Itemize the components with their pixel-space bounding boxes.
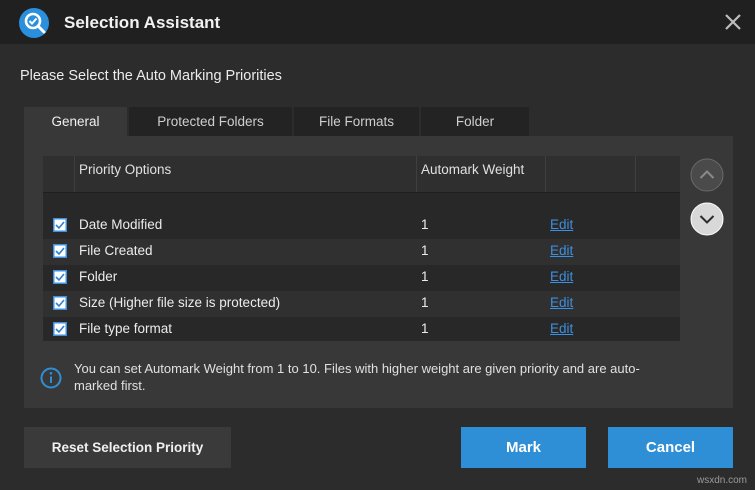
priority-option-label: Date Modified bbox=[79, 217, 163, 232]
priority-option-label: File Created bbox=[79, 243, 153, 258]
chevron-down-icon[interactable] bbox=[690, 202, 724, 236]
priority-option-label: Folder bbox=[79, 269, 118, 284]
table-row[interactable]: Folder 1 Edit bbox=[43, 265, 680, 291]
header-priority-options[interactable]: Priority Options bbox=[74, 156, 416, 192]
grid-header: Priority Options Automark Weight bbox=[43, 156, 680, 193]
tab-file-formats[interactable]: File Formats bbox=[294, 107, 419, 136]
automark-weight-value: 1 bbox=[421, 217, 429, 232]
tab-folder[interactable]: Folder bbox=[421, 107, 529, 136]
edit-link[interactable]: Edit bbox=[550, 295, 573, 310]
automark-weight-value: 1 bbox=[421, 295, 429, 310]
window-title: Selection Assistant bbox=[64, 13, 221, 32]
header-automark-weight[interactable]: Automark Weight bbox=[416, 156, 545, 192]
checkbox-checked-icon[interactable] bbox=[53, 322, 67, 336]
automark-weight-value: 1 bbox=[421, 243, 429, 258]
edit-link[interactable]: Edit bbox=[550, 269, 573, 284]
header-action-column bbox=[545, 156, 635, 192]
reset-selection-priority-button[interactable]: Reset Selection Priority bbox=[24, 427, 231, 468]
chevron-up-icon[interactable] bbox=[690, 158, 724, 192]
info-icon bbox=[40, 367, 62, 389]
priority-option-label: File type format bbox=[79, 321, 173, 336]
priority-grid: Priority Options Automark Weight Date Mo… bbox=[43, 156, 680, 341]
automark-weight-value: 1 bbox=[421, 269, 429, 284]
priority-option-label: Size (Higher file size is protected) bbox=[79, 295, 281, 310]
checkbox-checked-icon[interactable] bbox=[53, 296, 67, 310]
checkbox-checked-icon[interactable] bbox=[53, 218, 67, 232]
general-tab-panel: Priority Options Automark Weight Date Mo… bbox=[24, 136, 733, 408]
tab-protected-folders[interactable]: Protected Folders bbox=[129, 107, 292, 136]
header-checkbox-column bbox=[43, 156, 74, 192]
magnifier-app-icon bbox=[19, 8, 49, 38]
tab-general[interactable]: General bbox=[24, 107, 127, 136]
table-row[interactable]: File Created 1 Edit bbox=[43, 239, 680, 265]
table-row[interactable]: Size (Higher file size is protected) 1 E… bbox=[43, 291, 680, 317]
info-message: You can set Automark Weight from 1 to 10… bbox=[74, 361, 640, 393]
page-heading: Please Select the Auto Marking Prioritie… bbox=[20, 68, 282, 84]
mark-button[interactable]: Mark bbox=[461, 427, 586, 468]
checkbox-checked-icon[interactable] bbox=[53, 270, 67, 284]
table-row[interactable]: File type format 1 Edit bbox=[43, 317, 680, 343]
table-row[interactable]: Date Modified 1 Edit bbox=[43, 213, 680, 239]
header-extra-column bbox=[635, 156, 680, 192]
edit-link[interactable]: Edit bbox=[550, 321, 573, 336]
checkbox-checked-icon[interactable] bbox=[53, 244, 67, 258]
cancel-button[interactable]: Cancel bbox=[608, 427, 733, 468]
watermark-text: wsxdn.com bbox=[696, 475, 747, 486]
close-icon[interactable] bbox=[721, 10, 745, 34]
automark-weight-value: 1 bbox=[421, 321, 429, 336]
edit-link[interactable]: Edit bbox=[550, 217, 573, 232]
edit-link[interactable]: Edit bbox=[550, 243, 573, 258]
title-bar: Selection Assistant bbox=[0, 0, 755, 44]
